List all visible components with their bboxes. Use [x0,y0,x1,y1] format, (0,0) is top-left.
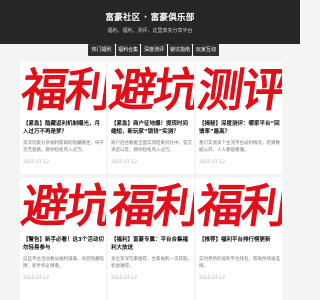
thumbnail-text: 福利 [108,179,194,233]
article-excerpt: 商户后台数据全面实测结果对比中，官方承诺以及，教你轻松月入过万。 [111,141,192,153]
article-card[interactable]: 测评 【揭秘】深度测评：哪家平台“回馈率”最高？ 我们实测多个主流平台返利情况，… [196,62,282,174]
thumbnail-text: 福利 [196,179,282,233]
article-thumbnail[interactable]: 福利 [196,178,282,234]
article-date: 2025-07-12 [23,276,50,281]
article-date: 2025-07-12 [199,276,226,281]
article-title[interactable]: 【福利】富豪专属：平台合集福利大放送 [111,236,192,252]
article-thumbnail[interactable]: 测评 [196,62,282,118]
article-card[interactable]: 避坑 【警告】新手必看！这3个活动切勿轻易参与 这些平台活动看似福利满满，背后隐… [20,178,106,300]
article-title[interactable]: 【揭秘】深度测评：哪家平台“回馈率”最高？ [199,120,280,136]
article-date: 2025-07-12 [23,160,50,165]
article-card[interactable]: 福利 【推荐】福利平台排行榜更新 实时更新的福利平台排名，帮助你快速选择。 20… [196,178,282,300]
article-card[interactable]: 避坑 【紧急】商户征地爆！提现时间缩短，新玩家“锁钱”实测？ 商户后台数据全面实… [108,62,194,174]
thumbnail-text: 测评 [196,63,282,117]
site-subtitle: 福利、福利、测评，这里真实分享平台 [107,28,193,34]
thumbnail-text: 福利 [20,63,106,117]
category-nav: 热门福利 福利合集 深度测评 避坑指南 玩家互动 [0,44,300,64]
site-title: 富豪社区 · 富豪俱乐部 [105,13,195,23]
nav-item-player-interaction[interactable]: 玩家互动 [193,44,219,56]
article-excerpt: 这些平台活动看似福利满满，背后隐藏陷阱，新手务必慎重。 [23,257,104,269]
article-title[interactable]: 【紧急】商户征地爆！提现时间缩短，新玩家“锁钱”实测？ [111,120,192,136]
nav-item-pitfall-guide[interactable]: 避坑指南 [168,44,192,56]
nav-item-benefit-collection[interactable]: 福利合集 [116,44,140,56]
article-thumbnail[interactable]: 避坑 [20,178,106,234]
article-card[interactable]: 福利 【紧急】隐藏返利机制曝光，月入过万不再是梦？ 资深玩家分享福利获取的隐藏路… [20,62,106,174]
article-excerpt: 多位资深玩家推荐，合集福利一次获取，机会难得。 [111,257,192,269]
article-date: 2025-07-12 [111,276,138,281]
article-thumbnail[interactable]: 福利 [108,178,194,234]
article-thumbnail[interactable]: 避坑 [108,62,194,118]
article-date: 2025-07-12 [199,160,226,165]
article-date: 2025-07-12 [111,160,138,165]
article-title[interactable]: 【推荐】福利平台排行榜更新 [199,236,280,244]
article-card[interactable]: 福利 【福利】富豪专属：平台合集福利大放送 多位资深玩家推荐，合集福利一次获取，… [108,178,194,300]
article-excerpt: 我们实测多个主流平台返利情况，结果数据公开，人人都能看懂。 [199,141,280,153]
article-excerpt: 资深玩家分享福利获取的隐藏路径，纯干货无套路，教你轻松月入过万。 [23,141,104,153]
article-title[interactable]: 【警告】新手必看！这3个活动切勿轻易参与 [23,236,104,252]
thumbnail-text: 避坑 [20,179,106,233]
article-title[interactable]: 【紧急】隐藏返利机制曝光，月入过万不再是梦？ [23,120,104,136]
thumbnail-text: 避坑 [108,63,194,117]
nav-item-reviews[interactable]: 深度测评 [141,44,167,56]
nav-item-hot-benefits[interactable]: 热门福利 [88,44,115,56]
article-excerpt: 实时更新的福利平台排名，帮助你快速选择。 [199,257,280,269]
article-thumbnail[interactable]: 福利 [20,62,106,118]
